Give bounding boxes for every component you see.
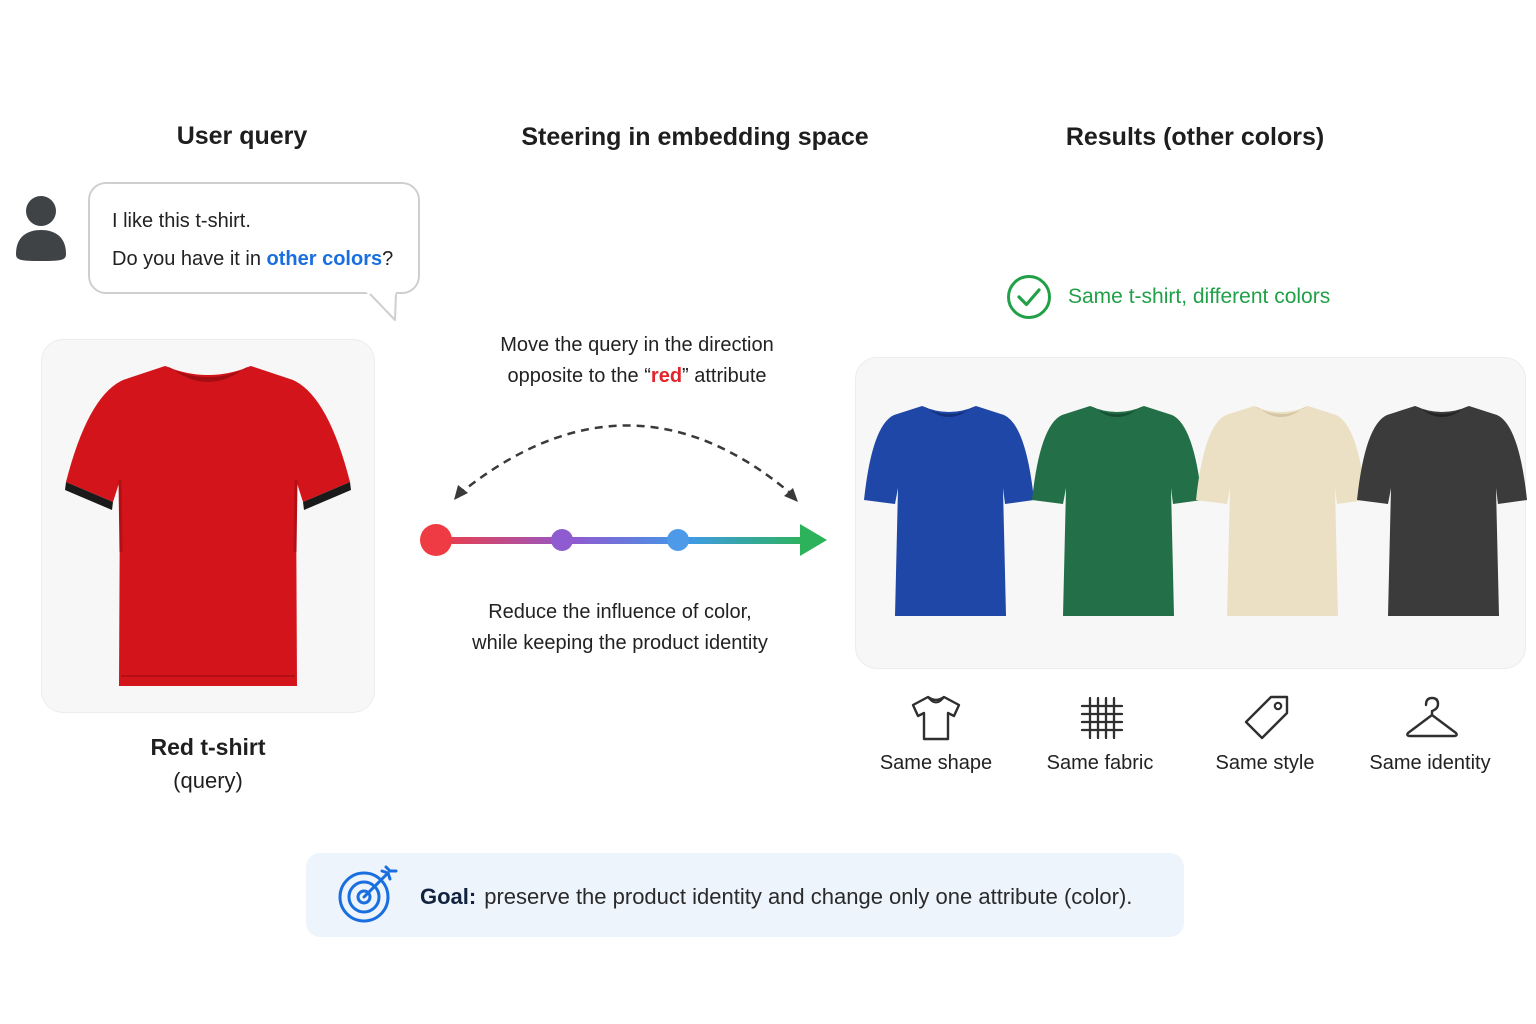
goal-label: Goal: xyxy=(420,884,477,909)
results-title: Results (other colors) xyxy=(1065,123,1325,151)
property-label-identity: Same identity xyxy=(1369,752,1491,774)
query-point-red xyxy=(420,524,452,556)
speech-bubble-tail-icon xyxy=(366,292,397,321)
gradient-axis-line xyxy=(436,537,804,544)
property-label-style: Same style xyxy=(1215,752,1315,774)
query-caption-title: Red t-shirt xyxy=(150,734,266,760)
bubble-line-1: I like this t-shirt. xyxy=(112,210,251,232)
property-label-shape: Same shape xyxy=(879,752,993,774)
tshirt-outline-icon xyxy=(911,695,961,741)
steering-title: Steering in embedding space xyxy=(521,123,869,151)
query-caption-subtitle: (query) xyxy=(173,768,243,793)
dashed-arc xyxy=(457,424,796,498)
red-tshirt-image xyxy=(65,366,351,686)
hanger-icon xyxy=(1406,696,1458,738)
steering-caption-top: Move the query in the direction opposite… xyxy=(500,334,774,387)
steering-caption-bottom: Reduce the influence of color, while kee… xyxy=(472,601,768,654)
results-status-text: Same t-shirt, different colors xyxy=(1068,285,1331,308)
beige-tshirt-image xyxy=(1196,406,1366,616)
arc-arrowhead-right-icon xyxy=(784,488,798,502)
property-label-fabric: Same fabric xyxy=(1046,752,1154,774)
target-goal-icon xyxy=(338,865,398,923)
intermediate-point-blue xyxy=(667,529,689,551)
intermediate-point-purple xyxy=(551,529,573,551)
tag-icon xyxy=(1244,695,1289,740)
user-speech-bubble xyxy=(88,182,420,294)
user-avatar-icon xyxy=(16,196,66,261)
highlight-red-word: red xyxy=(650,365,683,387)
check-circle-icon xyxy=(1007,275,1051,319)
charcoal-tshirt-image xyxy=(1357,406,1527,616)
fabric-grid-icon xyxy=(1080,696,1124,740)
bubble-line-2: Do you have it in other colors? xyxy=(112,248,394,270)
green-tshirt-image xyxy=(1032,406,1202,616)
blue-tshirt-image xyxy=(864,406,1034,616)
steering-diagram xyxy=(420,424,827,556)
user-query-title: User query xyxy=(176,122,308,150)
arc-arrowhead-left-icon xyxy=(454,485,468,500)
bubble-highlight-other-colors: other colors xyxy=(266,248,383,270)
goal-statement: Goal: preserve the product identity and c… xyxy=(420,884,1132,910)
axis-arrowhead-icon xyxy=(800,524,827,556)
goal-text: preserve the product identity and change… xyxy=(484,884,1133,909)
